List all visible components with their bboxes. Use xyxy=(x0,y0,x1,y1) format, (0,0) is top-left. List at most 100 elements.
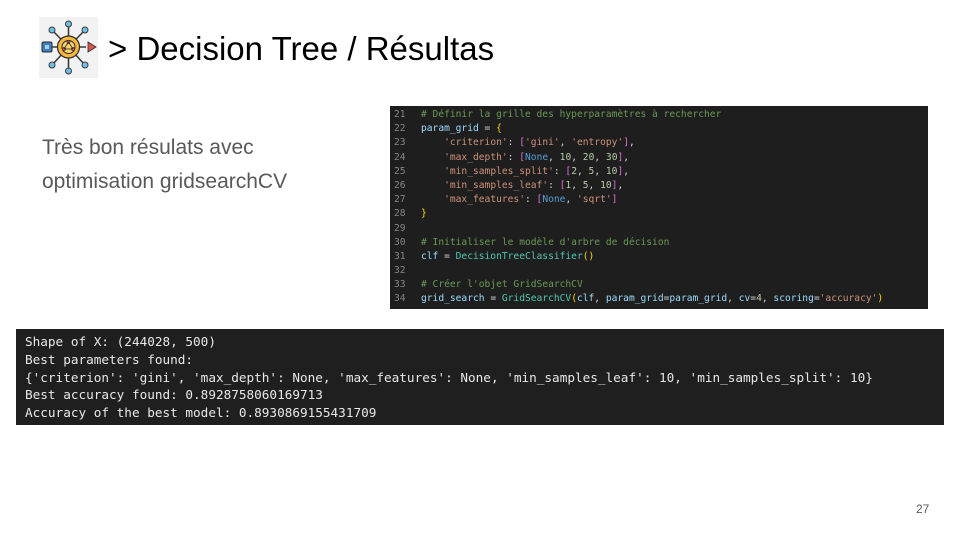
code-line: 21 # Définir la grille des hyperparamètre… xyxy=(390,108,928,122)
code-token: () xyxy=(582,250,595,262)
code-token: , xyxy=(594,165,606,177)
code-token: scoring xyxy=(773,293,814,305)
body-line: optimisation gridsearchCV xyxy=(42,170,288,193)
code-token: = xyxy=(478,123,497,135)
code-source: clf = DecisionTreeClassifier() xyxy=(414,250,594,264)
code-source: grid_search = GridSearchCV(clf, param_gr… xyxy=(414,292,883,306)
output-line: Accuracy of the best model: 0.8930869155… xyxy=(25,405,377,421)
code-token: cv xyxy=(738,293,751,305)
line-number: 31 xyxy=(394,250,406,262)
code-line: 22 param_grid = { xyxy=(390,122,928,136)
code-source: # Initialiser le modèle d'arbre de décis… xyxy=(414,236,669,250)
code-token: DecisionTreeClassifier xyxy=(455,250,583,262)
code-token: , xyxy=(571,151,583,163)
line-number: 30 xyxy=(394,236,406,248)
code-token: 'criterion' xyxy=(444,137,508,149)
code-line: 23 'criterion': ['gini', 'entropy'], xyxy=(390,136,928,150)
neural-network-chip-icon xyxy=(39,17,98,78)
code-token: , xyxy=(727,293,739,305)
code-token: 'gini' xyxy=(525,137,560,149)
body-line: Très bon résulats avec xyxy=(42,136,254,159)
slide-title: > Decision Tree / Résultas xyxy=(108,30,495,67)
line-number: 28 xyxy=(394,208,406,220)
code-token: 20 xyxy=(582,151,595,163)
code-token: : xyxy=(507,151,520,163)
line-number: 23 xyxy=(394,137,406,149)
code-token: : xyxy=(507,137,520,149)
code-token: # Définir la grille des hyperparamètres … xyxy=(421,109,722,120)
code-token: , xyxy=(594,293,606,305)
code-source: 'min_samples_leaf': [1, 5, 10], xyxy=(414,179,623,193)
line-number: 34 xyxy=(394,293,406,305)
code-token: , xyxy=(761,293,774,305)
code-token: = xyxy=(438,250,456,262)
code-token: 30 xyxy=(605,151,618,163)
code-source: } xyxy=(414,207,427,221)
code-source: 'max_features': [None, 'sqrt'] xyxy=(414,193,617,207)
code-token: , xyxy=(623,165,630,177)
output-screenshot: Shape of X: (244028, 500) Best parameter… xyxy=(16,329,944,425)
code-token: 'max_features' xyxy=(444,194,525,206)
line-number: 24 xyxy=(394,151,406,163)
code-line: 27 'max_features': [None, 'sqrt'] xyxy=(390,193,928,207)
code-token: , xyxy=(576,165,589,177)
body-text: Très bon résulats avec optimisation grid… xyxy=(42,131,362,199)
code-token: , xyxy=(559,137,572,149)
code-token: , xyxy=(623,151,630,163)
code-source xyxy=(414,222,421,236)
code-source: # Définir la grille des hyperparamètres … xyxy=(414,108,721,122)
code-token: } xyxy=(421,208,427,220)
code-line: 33 # Créer l'objet GridSearchCV xyxy=(390,278,928,292)
code-line: 28} xyxy=(390,207,928,221)
code-token: , xyxy=(588,179,601,191)
code-line: 26 'min_samples_leaf': [1, 5, 10], xyxy=(390,179,928,193)
code-token: 'min_samples_leaf' xyxy=(444,179,549,191)
code-token: param_grid xyxy=(605,293,664,305)
code-token: 10 xyxy=(605,165,618,177)
code-source: 'criterion': ['gini', 'entropy'], xyxy=(414,136,635,150)
code-source: 'min_samples_split': [2, 5, 10], xyxy=(414,165,629,179)
code-token: 'accuracy' xyxy=(819,293,878,305)
code-token: : xyxy=(553,165,566,177)
code-line: 32 xyxy=(390,264,928,278)
code-line: 25 'min_samples_split': [2, 5, 10], xyxy=(390,165,928,179)
code-token: , xyxy=(594,151,606,163)
code-token: , xyxy=(548,151,560,163)
page-number: 27 xyxy=(916,502,930,516)
code-token: ] xyxy=(611,194,618,206)
code-token: # Créer l'objet GridSearchCV xyxy=(421,279,583,291)
code-token: 'sqrt' xyxy=(577,194,612,206)
line-number: 29 xyxy=(394,222,406,234)
code-token: , xyxy=(628,137,635,149)
code-token: clf xyxy=(421,250,439,262)
code-token: 10 xyxy=(559,151,572,163)
code-token: : xyxy=(524,194,537,206)
code-line: 24 'max_depth': [None, 10, 20, 30], xyxy=(390,151,928,165)
code-token: None xyxy=(542,194,566,206)
line-number: 32 xyxy=(394,265,406,277)
code-token: = xyxy=(484,293,502,305)
code-token: GridSearchCV xyxy=(501,293,572,305)
code-token: 'min_samples_split' xyxy=(444,165,554,177)
code-token: param_grid xyxy=(421,123,479,135)
slide: > Decision Tree / Résultas Très bon résu… xyxy=(0,0,960,540)
code-token: param_grid xyxy=(669,293,728,305)
output-lines: Shape of X: (244028, 500) Best parameter… xyxy=(16,329,944,422)
code-line: 30 # Initialiser le modèle d'arbre de déc… xyxy=(390,236,928,250)
code-lines: 21 # Définir la grille des hyperparamètre… xyxy=(390,106,928,307)
code-screenshot: 21 # Définir la grille des hyperparamètre… xyxy=(390,106,928,309)
line-number: 27 xyxy=(394,194,406,206)
code-token: ) xyxy=(877,293,884,305)
code-source: # Créer l'objet GridSearchCV xyxy=(414,278,583,292)
code-source: param_grid = { xyxy=(414,122,502,136)
code-token: 10 xyxy=(600,179,612,191)
output-line: Best parameters found: xyxy=(25,351,194,367)
output-line: Shape of X: (244028, 500) xyxy=(25,334,216,349)
line-number: 25 xyxy=(394,165,406,177)
code-token: None xyxy=(525,151,549,163)
code-source: 'max_depth': [None, 10, 20, 30], xyxy=(414,151,629,165)
